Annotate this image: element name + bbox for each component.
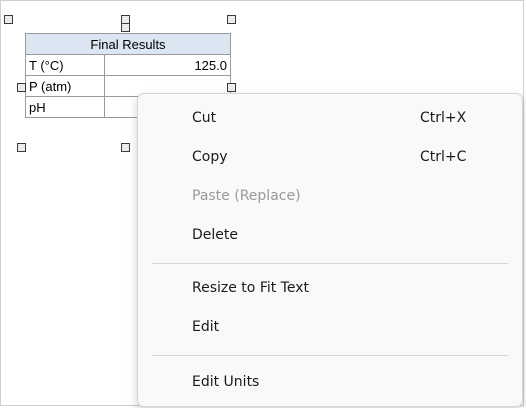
row-label: P (atm) — [25, 75, 105, 97]
menu-item-shortcut: Ctrl+C — [420, 149, 467, 165]
menu-item-shortcut: Ctrl+X — [420, 110, 467, 126]
menu-item-edit-units[interactable]: Edit Units — [138, 366, 522, 398]
row-label: pH — [25, 96, 105, 118]
menu-item-label: Resize to Fit Text — [192, 280, 309, 296]
resize-handle-anchor[interactable] — [121, 23, 130, 32]
menu-item-copy[interactable]: Copy Ctrl+C — [138, 141, 522, 173]
menu-item-cut[interactable]: Cut Ctrl+X — [138, 102, 522, 134]
resize-handle-top-left[interactable] — [4, 15, 13, 24]
table-title: Final Results — [25, 33, 231, 55]
table-header-row: Final Results — [25, 33, 231, 55]
menu-item-label: Cut — [192, 110, 217, 126]
menu-item-paste-replace[interactable]: Paste (Replace) — [138, 180, 522, 212]
resize-handle-middle-left[interactable] — [17, 83, 26, 92]
menu-item-label: Edit Units — [192, 374, 260, 390]
menu-separator — [152, 263, 508, 264]
table-row: T (°C) 125.0 — [25, 54, 231, 76]
menu-item-label: Copy — [192, 149, 228, 165]
row-label: T (°C) — [25, 54, 105, 76]
row-value: 125.0 — [104, 54, 231, 76]
resize-handle-top-right[interactable] — [227, 15, 236, 24]
context-menu: Cut Ctrl+X Copy Ctrl+C Paste (Replace) D… — [137, 93, 523, 407]
menu-item-label: Paste (Replace) — [192, 188, 301, 204]
menu-item-label: Delete — [192, 227, 238, 243]
menu-item-resize-to-fit[interactable]: Resize to Fit Text — [138, 272, 522, 304]
resize-handle-middle-right[interactable] — [227, 83, 236, 92]
worksheet-canvas[interactable]: Final Results T (°C) 125.0 P (atm) pH Cu… — [0, 0, 524, 407]
menu-separator — [152, 355, 508, 356]
resize-handle-bottom-center[interactable] — [121, 143, 130, 152]
menu-item-label: Edit — [192, 319, 220, 335]
menu-item-delete[interactable]: Delete — [138, 219, 522, 251]
menu-item-edit[interactable]: Edit — [138, 311, 522, 343]
resize-handle-bottom-left[interactable] — [17, 143, 26, 152]
